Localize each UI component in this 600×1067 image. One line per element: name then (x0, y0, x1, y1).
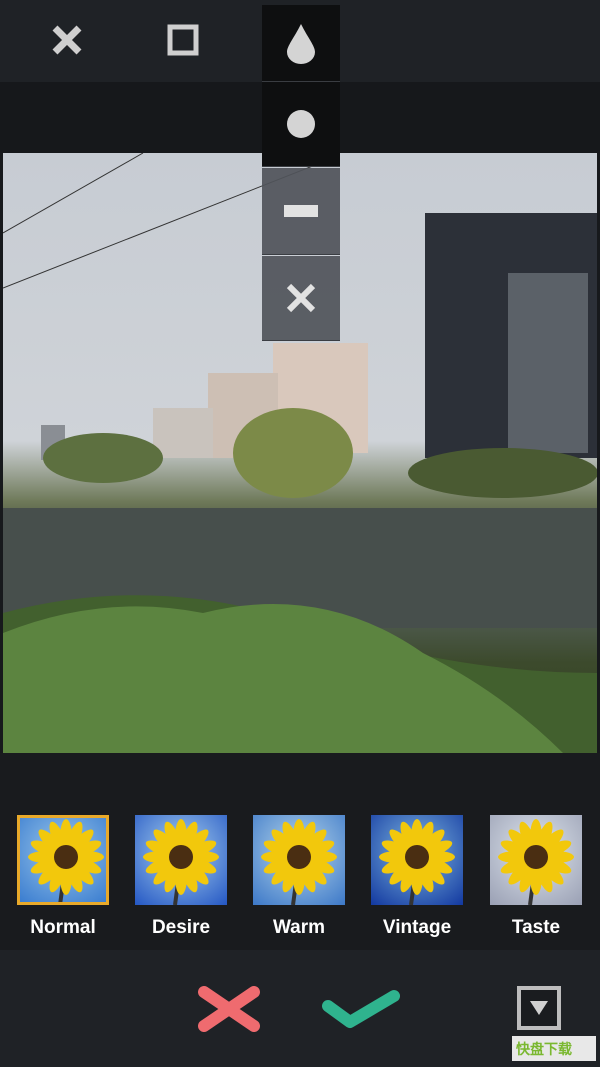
sunflower-icon (498, 819, 574, 905)
shape-dropdown-menu (262, 5, 340, 341)
filter-thumb-taste[interactable] (490, 815, 582, 905)
filter-thumb-desire[interactable] (135, 815, 227, 905)
filter-label: Normal (30, 917, 96, 938)
watermark-logo: 快盘下载 (512, 1036, 596, 1061)
check-icon (322, 990, 400, 1028)
drop-icon (287, 24, 315, 64)
sunflower-icon (379, 819, 455, 905)
dropdown-arrow-icon (530, 1001, 548, 1015)
bottom-action-bar: 快盘下载 (0, 950, 600, 1067)
sunflower-icon (261, 819, 337, 905)
filter-thumb-vintage[interactable] (371, 815, 463, 905)
minus-icon (284, 205, 318, 217)
filter-thumb-warm[interactable] (253, 815, 345, 905)
filter-label: Warm (272, 917, 326, 938)
circle-icon (287, 110, 315, 138)
sunflower-icon (143, 819, 219, 905)
close-button[interactable] (47, 20, 87, 60)
shape-option-drop[interactable] (262, 5, 340, 82)
more-options-button[interactable] (517, 986, 561, 1030)
square-frame-icon (167, 24, 199, 56)
filter-label: Taste (511, 917, 561, 938)
sunflower-icon (28, 819, 104, 902)
shape-option-close[interactable] (262, 256, 340, 341)
filter-label: Vintage (382, 917, 452, 938)
filter-label: Desire (151, 917, 211, 938)
filter-thumb-normal[interactable] (17, 815, 109, 905)
shape-option-circle[interactable] (262, 82, 340, 167)
cancel-button[interactable] (196, 986, 262, 1037)
shape-option-minus[interactable] (262, 168, 340, 255)
cross-icon (198, 986, 260, 1032)
close-icon (286, 283, 316, 313)
close-icon (52, 25, 82, 55)
frame-button[interactable] (163, 20, 203, 60)
confirm-button[interactable] (322, 988, 400, 1035)
watermark-text: 快盘下载 (516, 1040, 572, 1057)
